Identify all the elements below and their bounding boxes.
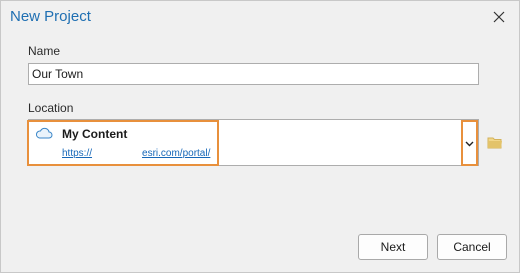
cancel-button[interactable]: Cancel [437, 234, 507, 260]
location-url[interactable]: https:// esri.com/portal/ [62, 148, 210, 159]
new-project-dialog: New Project Name Location My Content htt… [0, 0, 520, 273]
next-button[interactable]: Next [358, 234, 428, 260]
cloud-icon [35, 127, 53, 139]
name-input[interactable] [28, 63, 479, 85]
name-label: Name [28, 44, 61, 58]
close-icon[interactable] [491, 9, 507, 25]
dialog-title: New Project [10, 8, 91, 25]
location-url-part1: https:// [62, 148, 93, 159]
title-bar: New Project [1, 1, 519, 35]
folder-icon[interactable] [487, 136, 503, 149]
location-label: Location [28, 101, 74, 115]
location-url-part2: esri.com/portal/ [142, 148, 211, 159]
chevron-down-icon [465, 136, 474, 150]
location-title: My Content [62, 127, 128, 141]
location-dropdown-button[interactable] [461, 120, 478, 166]
